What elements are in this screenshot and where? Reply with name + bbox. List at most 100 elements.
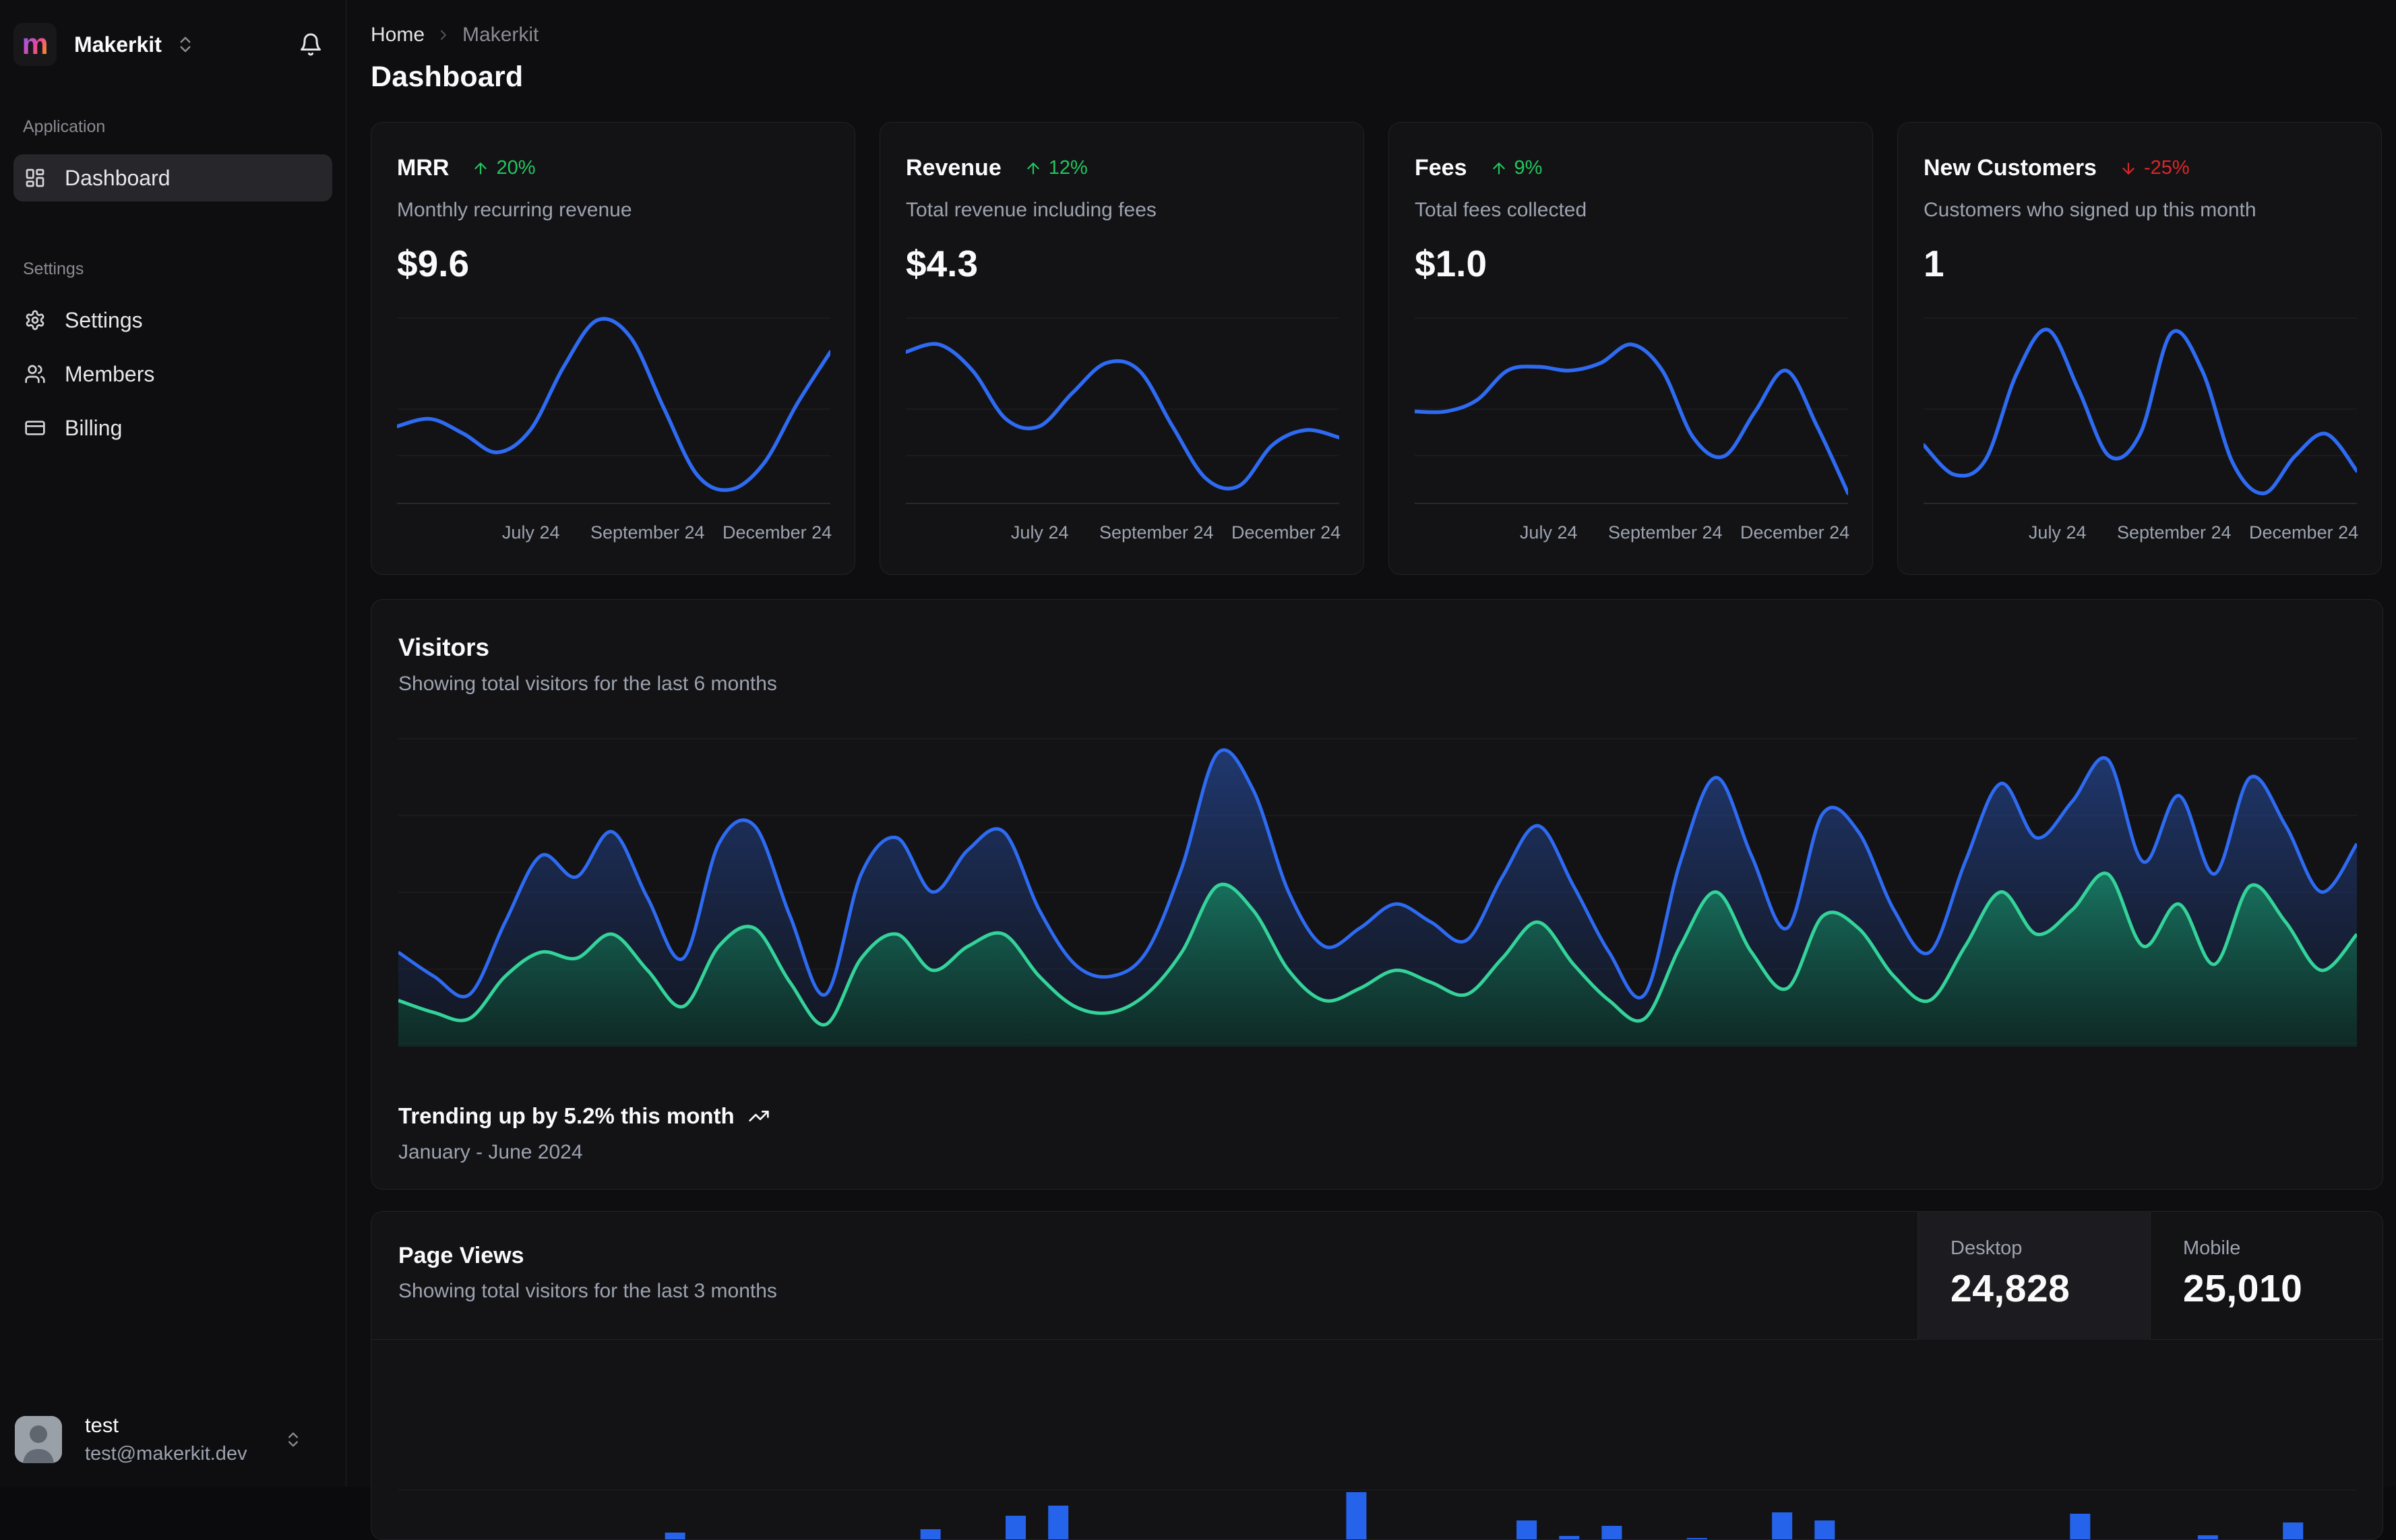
sidebar: m Makerkit Application Dashboard Setting… xyxy=(0,0,346,1487)
sidebar-item-dashboard[interactable]: Dashboard xyxy=(13,154,332,202)
stat-value: $4.3 xyxy=(906,243,979,284)
user-name: test xyxy=(85,1413,119,1437)
credit-card-icon xyxy=(24,417,46,439)
tab-label: Mobile xyxy=(2183,1237,2241,1259)
x-tick: December 24 xyxy=(1740,522,1850,543)
tab-value: 25,010 xyxy=(2183,1267,2303,1310)
trend-text: Trending up by 5.2% this month xyxy=(398,1103,735,1128)
trend-value: 12% xyxy=(1048,157,1088,179)
visitors-card: Visitors Showing total visitors for the … xyxy=(371,599,2383,1190)
trend-value: 20% xyxy=(496,157,536,179)
x-tick: December 24 xyxy=(1231,522,1341,543)
sparkline-x-axis: July 24 September 24 December 24 xyxy=(906,516,1341,545)
trend-badge: 20% xyxy=(472,157,535,179)
trend-value: -25% xyxy=(2143,157,2190,179)
chevrons-up-down-icon[interactable] xyxy=(175,34,195,55)
x-tick: September 24 xyxy=(1607,522,1723,543)
x-tick: July 24 xyxy=(2028,522,2087,543)
stat-description: Total fees collected xyxy=(1415,199,1587,221)
sparkline-x-axis: July 24 September 24 December 24 xyxy=(1924,516,2358,545)
arrow-up-icon xyxy=(474,162,487,175)
user-avatar xyxy=(15,1415,62,1463)
stat-card-mrr: MRR 20% Monthly recurring revenue $9.6 J… xyxy=(371,122,855,575)
page-views-header: Page Views Showing total visitors for th… xyxy=(371,1212,2383,1340)
tab-value: 24,828 xyxy=(1950,1267,2070,1310)
trend-value: 9% xyxy=(1514,157,1543,179)
sidebar-item-label: Billing xyxy=(65,415,123,440)
x-tick: September 24 xyxy=(1099,522,1214,543)
x-tick: July 24 xyxy=(1519,522,1578,543)
x-tick: September 24 xyxy=(590,522,705,543)
dashboard-grid-icon xyxy=(24,167,46,189)
tab-desktop[interactable]: Desktop 24,828 xyxy=(1917,1212,2150,1340)
stat-cards-row: MRR 20% Monthly recurring revenue $9.6 J… xyxy=(371,122,2382,575)
gear-icon xyxy=(24,309,46,331)
visitors-trend-line: Trending up by 5.2% this month xyxy=(398,1103,2356,1129)
sidebar-item-label: Settings xyxy=(65,307,143,332)
trend-badge: -25% xyxy=(2120,157,2190,179)
sparkline-x-axis: July 24 September 24 December 24 xyxy=(1415,516,1850,545)
sidebar-item-members[interactable]: Members xyxy=(13,350,332,398)
breadcrumb-current: Makerkit xyxy=(462,24,539,46)
stat-description: Monthly recurring revenue xyxy=(397,199,632,221)
sparkline-chart xyxy=(1924,304,2357,506)
stat-title: MRR xyxy=(397,155,450,181)
trend-badge: 9% xyxy=(1490,157,1543,179)
sidebar-item-billing[interactable]: Billing xyxy=(13,404,332,452)
stat-title: Revenue xyxy=(906,155,1002,181)
user-meta: test test@makerkit.dev xyxy=(85,1413,247,1465)
logo-letter: m xyxy=(22,28,49,61)
page-title: Dashboard xyxy=(371,61,524,93)
stat-card-revenue: Revenue 12% Total revenue including fees… xyxy=(880,122,1364,575)
sidebar-item-settings[interactable]: Settings xyxy=(13,297,332,344)
main-content: Home Makerkit Dashboard MRR 20% Monthly … xyxy=(346,0,2396,1540)
page-views-card: Page Views Showing total visitors for th… xyxy=(371,1211,2383,1540)
workspace-row: m Makerkit xyxy=(13,16,332,73)
stat-value: 1 xyxy=(1924,243,1944,284)
bell-icon[interactable] xyxy=(299,32,323,57)
tab-mobile[interactable]: Mobile 25,010 xyxy=(2150,1212,2383,1340)
app-root: m Makerkit Application Dashboard Setting… xyxy=(0,0,2396,1540)
nav-section-application: Application xyxy=(23,117,106,136)
user-menu[interactable]: test test@makerkit.dev xyxy=(0,1394,346,1487)
sparkline-chart xyxy=(906,304,1339,506)
stat-title: Fees xyxy=(1415,155,1467,181)
arrow-up-icon xyxy=(1492,162,1505,175)
x-tick: December 24 xyxy=(723,522,832,543)
visitors-subtitle: Showing total visitors for the last 6 mo… xyxy=(398,673,777,695)
stat-value: $9.6 xyxy=(397,243,470,284)
user-email: test@makerkit.dev xyxy=(85,1443,247,1465)
sidebar-item-label: Members xyxy=(65,361,155,386)
users-icon xyxy=(24,363,46,385)
arrow-down-icon xyxy=(2122,162,2134,175)
workspace-name: Makerkit xyxy=(74,32,162,57)
breadcrumb: Home Makerkit xyxy=(371,20,2379,50)
trend-badge: 12% xyxy=(1024,157,1088,179)
nav-section-settings: Settings xyxy=(23,259,84,278)
sparkline-x-axis: July 24 September 24 December 24 xyxy=(397,516,832,545)
trending-up-icon xyxy=(748,1105,770,1127)
chevrons-up-down-icon xyxy=(284,1430,303,1449)
breadcrumb-home-link[interactable]: Home xyxy=(371,24,425,47)
page-views-series-tabs: Desktop 24,828 Mobile 25,010 xyxy=(1917,1212,2383,1340)
stat-title: New Customers xyxy=(1924,155,2097,181)
x-tick: July 24 xyxy=(1010,522,1069,543)
page-views-bar-chart xyxy=(398,1340,2357,1539)
arrow-up-icon xyxy=(1027,162,1039,175)
page-views-subtitle: Showing total visitors for the last 3 mo… xyxy=(398,1280,777,1302)
stat-description: Total revenue including fees xyxy=(906,199,1157,221)
visitors-title: Visitors xyxy=(398,634,490,661)
sidebar-item-label: Dashboard xyxy=(65,165,171,190)
x-tick: September 24 xyxy=(2116,522,2232,543)
tab-label: Desktop xyxy=(1950,1237,2023,1259)
visitors-date-range: January - June 2024 xyxy=(398,1141,583,1163)
page-views-title: Page Views xyxy=(398,1243,524,1268)
stat-card-fees: Fees 9% Total fees collected $1.0 July 2… xyxy=(1388,122,1873,575)
sparkline-chart xyxy=(397,304,830,506)
x-tick: July 24 xyxy=(501,522,560,543)
visitors-area-chart xyxy=(398,733,2357,1047)
makerkit-logo[interactable]: m xyxy=(13,23,57,66)
stat-description: Customers who signed up this month xyxy=(1924,199,2256,221)
stat-value: $1.0 xyxy=(1415,243,1487,284)
